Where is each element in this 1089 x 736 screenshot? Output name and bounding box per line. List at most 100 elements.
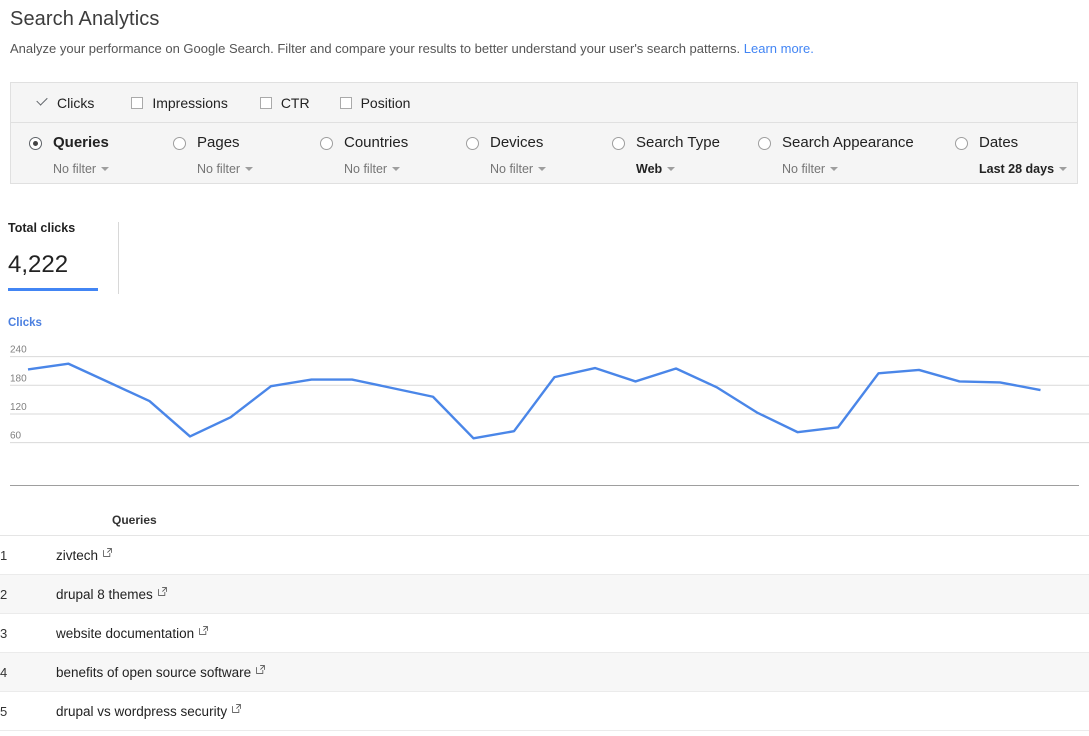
dimension-radio-row: Queries No filter Pages No filter Countries N… <box>11 123 1077 183</box>
chart-plot-area: 240 180 120 60 <box>10 345 1089 444</box>
table-row[interactable]: 3 website documentation <box>0 613 1089 653</box>
table-header-row: Queries <box>0 505 1089 536</box>
external-link-icon[interactable] <box>199 625 208 635</box>
dimension-search-type[interactable]: Search Type Web <box>612 134 720 177</box>
dimension-filter-value: Last 28 days <box>979 162 1055 176</box>
radio-icon[interactable] <box>612 137 625 150</box>
metric-checkbox-clicks[interactable]: Clicks <box>35 96 94 110</box>
checkmark-icon[interactable] <box>35 96 49 110</box>
page-subtitle: Analyze your performance on Google Searc… <box>10 41 1089 57</box>
chevron-down-icon <box>667 166 676 171</box>
table-cell-query: drupal vs wordpress security <box>56 691 1089 731</box>
chevron-down-icon <box>245 166 254 171</box>
page-title: Search Analytics <box>10 8 160 30</box>
query-label[interactable]: drupal 8 themes <box>56 587 153 602</box>
dimension-filter-value: No filter <box>490 162 534 176</box>
table-cell-rank: 5 <box>0 691 56 731</box>
queries-table: Queries 1 zivtech 2 drupal 8 themes 3 website… <box>0 486 1089 731</box>
external-link-icon[interactable] <box>103 547 112 557</box>
page-subtitle-text: Analyze your performance on Google Searc… <box>10 41 741 56</box>
query-label[interactable]: zivtech <box>56 548 98 563</box>
table-row[interactable]: 1 zivtech <box>0 535 1089 575</box>
dimension-search-appearance[interactable]: Search Appearance No filter <box>758 134 914 177</box>
table-cell-rank: 2 <box>0 574 56 614</box>
dimension-filter-dropdown[interactable]: No filter <box>490 161 547 177</box>
dimension-filter-dropdown[interactable]: No filter <box>782 161 914 177</box>
dimension-devices[interactable]: Devices No filter <box>466 134 547 177</box>
dimension-filter-dropdown[interactable]: No filter <box>53 161 110 177</box>
table-cell-query: website documentation <box>56 613 1089 653</box>
queries-table-wrap: Queries 1 zivtech 2 drupal 8 themes 3 website… <box>0 486 1089 731</box>
table-cell-rank: 4 <box>0 652 56 692</box>
dimension-filter-value: No filter <box>782 162 826 176</box>
clicks-chart: Clicks 240 180 120 60 <box>0 310 1089 486</box>
dimension-label: Queries <box>53 134 109 151</box>
filter-panel: Clicks Impressions CTR Position Queries No f… <box>10 82 1078 184</box>
query-label[interactable]: website documentation <box>56 626 194 641</box>
dimension-label: Search Type <box>636 134 720 151</box>
dimension-label: Devices <box>490 134 544 151</box>
dimension-filter-value: No filter <box>53 162 97 176</box>
dimension-filter-value: No filter <box>344 162 388 176</box>
metric-label: Clicks <box>57 94 95 111</box>
chevron-down-icon <box>1059 166 1068 171</box>
table-cell-query: benefits of open source software <box>56 652 1089 692</box>
external-link-icon[interactable] <box>157 586 167 596</box>
table-row[interactable]: 2 drupal 8 themes <box>0 574 1089 614</box>
table-cell-query: drupal 8 themes <box>56 574 1089 614</box>
dimension-filter-dropdown[interactable]: No filter <box>344 161 408 177</box>
total-clicks-card[interactable]: Total clicks 4,222 <box>8 221 118 291</box>
metric-checkbox-row: Clicks Impressions CTR Position <box>11 83 1077 123</box>
radio-icon[interactable] <box>758 137 771 150</box>
radio-icon[interactable] <box>955 137 968 150</box>
external-link-icon[interactable] <box>232 703 241 713</box>
dimension-label: Countries <box>344 134 409 151</box>
metric-checkbox-impressions[interactable]: Impressions <box>131 96 228 110</box>
chart-legend-clicks: Clicks <box>8 317 42 329</box>
radio-icon[interactable] <box>466 137 479 150</box>
dimension-queries[interactable]: Queries No filter <box>29 134 110 177</box>
dimension-pages[interactable]: Pages No filter <box>173 134 254 177</box>
dimension-filter-dropdown[interactable]: Last 28 days <box>979 161 1068 177</box>
chevron-down-icon <box>101 166 110 171</box>
dimension-filter-value: Web <box>636 162 663 176</box>
totals-strip: Total clicks 4,222 <box>0 212 1089 302</box>
chevron-down-icon <box>830 166 839 171</box>
table-row[interactable]: 4 benefits of open source software <box>0 652 1089 692</box>
dimension-countries[interactable]: Countries No filter <box>320 134 408 177</box>
dimension-label: Search Appearance <box>782 134 914 151</box>
total-clicks-underline <box>8 288 98 291</box>
table-row[interactable]: 5 drupal vs wordpress security <box>0 691 1089 731</box>
chart-y-tick-label: 180 <box>10 373 27 384</box>
radio-selected-icon[interactable] <box>29 137 42 150</box>
totals-divider <box>118 222 119 294</box>
metric-checkbox-ctr[interactable]: CTR <box>259 96 310 110</box>
dimension-label: Dates <box>979 134 1019 151</box>
radio-icon[interactable] <box>320 137 333 150</box>
table-cell-rank: 3 <box>0 613 56 653</box>
page-header: Search Analytics Analyze your performanc… <box>0 0 1089 57</box>
chart-y-tick-label: 60 <box>10 431 22 442</box>
chart-y-tick-label: 120 <box>10 402 27 413</box>
learn-more-link[interactable]: Learn more. <box>744 41 814 56</box>
queries-table-head: Queries <box>0 486 1089 536</box>
checkbox-icon[interactable] <box>259 96 272 109</box>
query-label[interactable]: drupal vs wordpress security <box>56 704 227 719</box>
checkbox-icon[interactable] <box>131 96 144 109</box>
radio-icon[interactable] <box>173 137 186 150</box>
chevron-down-icon <box>538 166 547 171</box>
dimension-filter-dropdown[interactable]: Web <box>636 161 720 177</box>
table-cell-rank: 1 <box>0 535 56 575</box>
column-header-queries: Queries <box>56 505 1089 536</box>
chevron-down-icon <box>392 166 401 171</box>
total-clicks-label: Total clicks <box>8 221 76 235</box>
checkbox-icon[interactable] <box>339 96 352 109</box>
external-link-icon[interactable] <box>256 664 265 674</box>
chart-y-tick-label: 240 <box>10 345 27 356</box>
dimension-filter-dropdown[interactable]: No filter <box>197 161 254 177</box>
metric-checkbox-position[interactable]: Position <box>339 96 410 110</box>
table-head-spacer-row <box>0 486 1089 505</box>
total-clicks-value: 4,222 <box>8 251 69 278</box>
dimension-dates[interactable]: Dates Last 28 days <box>955 134 1068 177</box>
query-label[interactable]: benefits of open source software <box>56 665 251 680</box>
